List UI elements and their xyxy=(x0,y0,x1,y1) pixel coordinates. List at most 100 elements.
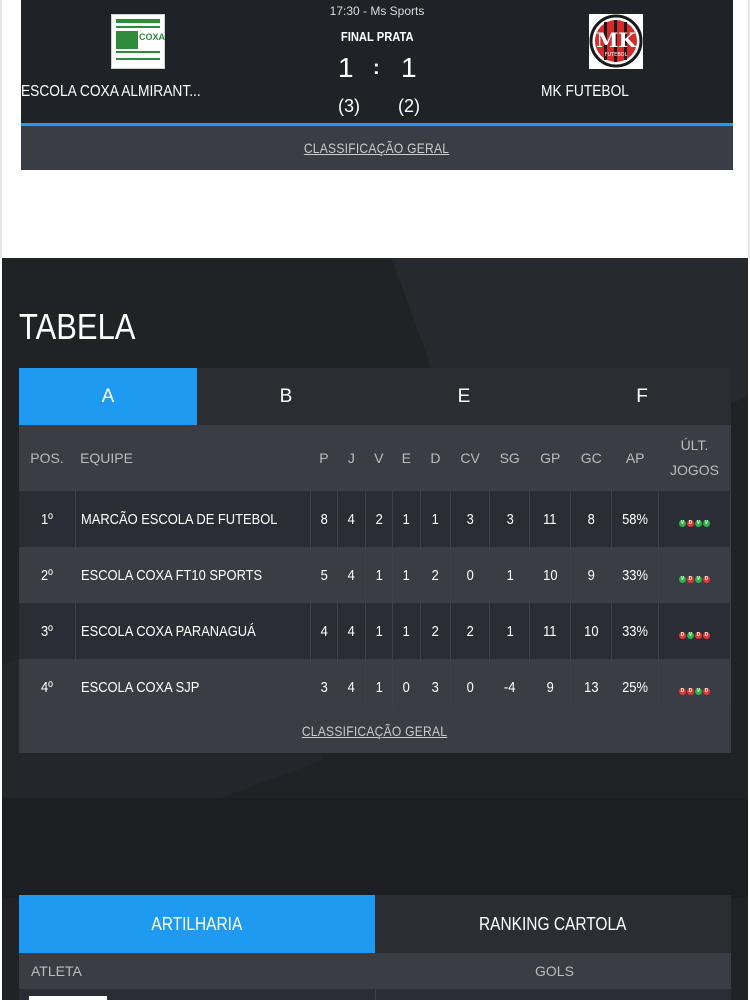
cell-gc: 13 xyxy=(570,659,613,715)
cell-value: 13 xyxy=(584,678,599,696)
cell-value: 1 xyxy=(402,622,410,640)
cell-value: 3º xyxy=(40,622,53,640)
tab-artilharia[interactable]: ARTILHARIA xyxy=(19,895,375,953)
athlete-photo xyxy=(29,996,107,1000)
col-goals: GOLS xyxy=(535,963,574,979)
table-row[interactable]: 2º ESCOLA COXA FT10 SPORTS 5 4 1 1 2 0 1 10 9 33% V D… xyxy=(19,547,732,603)
home-team-logo: COXA xyxy=(111,14,165,69)
cell-p: 5 xyxy=(310,547,338,603)
loss-dot: D xyxy=(686,519,694,527)
cell-ap: 33% xyxy=(611,603,659,659)
col-e: E xyxy=(392,425,421,491)
col-last-games: ÚLT. JOGOS xyxy=(658,425,731,491)
tab-group-e[interactable]: E xyxy=(375,368,553,425)
tab-group-f[interactable]: F xyxy=(553,368,731,425)
cell-cv: 0 xyxy=(450,547,490,603)
loss-dot: D xyxy=(686,687,694,695)
cell-value: 4 xyxy=(347,622,355,640)
cell-team: ESCOLA COXA SJP xyxy=(75,659,311,715)
cell-value: 2 xyxy=(466,622,474,640)
cell-value: 4 xyxy=(320,622,328,640)
cell-last-games: DVDD xyxy=(658,603,732,659)
win-dot: V xyxy=(678,519,686,527)
cell-value: 1 xyxy=(402,510,410,528)
standings-footer: CLASSIFICAÇÃO GERAL xyxy=(19,709,731,753)
col-j: J xyxy=(337,425,366,491)
match-section: 17:30 - Ms Sports FINAL PRATA COXA ESCOL… xyxy=(0,0,750,258)
loss-dot: D xyxy=(702,631,710,639)
cell-value: 1 xyxy=(375,678,383,696)
cell-value: 1 xyxy=(506,622,514,640)
cell-value: 9 xyxy=(587,566,595,584)
cell-value: 3 xyxy=(431,678,440,696)
cell-value: 8 xyxy=(587,510,595,528)
cell-value: 10 xyxy=(543,566,558,584)
form-indicator: VDVV xyxy=(678,519,710,527)
cell-value: 3 xyxy=(320,678,328,696)
win-dot: V xyxy=(678,575,686,583)
cell-e: 1 xyxy=(392,491,421,547)
col-gc: GC xyxy=(570,425,612,491)
win-dot: V xyxy=(694,519,702,527)
tab-ranking-cartola[interactable]: RANKING CARTOLA xyxy=(375,895,731,953)
col-athlete: ATLETA xyxy=(31,963,82,979)
scorer-row[interactable] xyxy=(19,989,731,1000)
cell-value: 4 xyxy=(347,566,355,584)
stats-tabs: ARTILHARIA RANKING CARTOLA xyxy=(19,895,731,953)
col-last-games-line2: JOGOS xyxy=(669,462,719,478)
cell-value: 11 xyxy=(543,510,557,528)
cell-p: 3 xyxy=(310,659,338,715)
cell-value: 10 xyxy=(584,622,599,640)
cell-value: 1 xyxy=(506,566,514,584)
cell-d: 2 xyxy=(420,547,452,603)
cell-value: 8 xyxy=(320,510,328,528)
cell-sg: 1 xyxy=(489,547,531,603)
table-row[interactable]: 4º ESCOLA COXA SJP 3 4 1 0 3 0 -4 9 13 25% D D V D xyxy=(19,659,732,715)
cell-d: 1 xyxy=(420,491,452,547)
cell-d: 2 xyxy=(420,603,452,659)
cell-j: 4 xyxy=(337,547,366,603)
form-indicator: DDVD xyxy=(678,687,710,695)
loss-dot: D xyxy=(694,631,702,639)
cell-value: 58% xyxy=(622,510,649,528)
cell-j: 4 xyxy=(337,659,366,715)
standings-section: TABELA A B E F POS. EQUIPE P J V E D CV … xyxy=(2,258,748,1000)
cell-value: 2 xyxy=(431,622,440,640)
cell-ap: 58% xyxy=(611,491,659,547)
win-dot: V xyxy=(694,575,702,583)
cell-value: 1 xyxy=(431,510,440,528)
tab-group-b[interactable]: B xyxy=(197,368,375,425)
col-gp: GP xyxy=(529,425,571,491)
cell-pos: 4º xyxy=(19,659,76,715)
scorers-header: ATLETA GOLS xyxy=(19,953,731,989)
table-header-row: POS. EQUIPE P J V E D CV SG GP GC AP ÚLT… xyxy=(19,425,731,491)
cell-sg: -4 xyxy=(489,659,531,715)
cell-j: 4 xyxy=(337,491,366,547)
cell-sg: 1 xyxy=(489,603,531,659)
cell-value: 3 xyxy=(506,510,514,528)
cell-gp: 10 xyxy=(529,547,571,603)
cell-value: 2º xyxy=(40,566,53,584)
classificacao-geral-link[interactable]: CLASSIFICAÇÃO GERAL xyxy=(302,723,447,739)
col-d: D xyxy=(420,425,451,491)
cell-value: 1 xyxy=(375,566,383,584)
svg-text:MK: MK xyxy=(596,28,636,52)
table-row[interactable]: 3º ESCOLA COXA PARANAGUÁ 4 4 1 1 2 2 1 11 10 33% D V D… xyxy=(19,603,732,659)
cell-last-games: DDVD xyxy=(658,659,732,715)
cell-v: 2 xyxy=(365,491,393,547)
cell-gp: 11 xyxy=(529,491,571,547)
home-penalties: (3) xyxy=(338,96,360,116)
cell-p: 4 xyxy=(310,603,338,659)
cell-last-games: VDVV xyxy=(658,491,732,547)
match-footer: CLASSIFICAÇÃO GERAL xyxy=(21,126,733,170)
cell-p: 8 xyxy=(310,491,338,547)
team-name: ESCOLA COXA FT10 SPORTS xyxy=(80,566,262,584)
table-row[interactable]: 1º MARCÃO ESCOLA DE FUTEBOL 8 4 2 1 1 3 3 11 8 58% V… xyxy=(19,491,732,547)
standings-title: TABELA xyxy=(19,306,136,347)
cell-team: MARCÃO ESCOLA DE FUTEBOL xyxy=(75,491,311,547)
cell-team: ESCOLA COXA FT10 SPORTS xyxy=(75,547,311,603)
cell-team: ESCOLA COXA PARANAGUÁ xyxy=(75,603,311,659)
classificacao-geral-link[interactable]: CLASSIFICAÇÃO GERAL xyxy=(304,140,449,156)
cell-pos: 2º xyxy=(19,547,76,603)
tab-group-a[interactable]: A xyxy=(19,368,197,425)
